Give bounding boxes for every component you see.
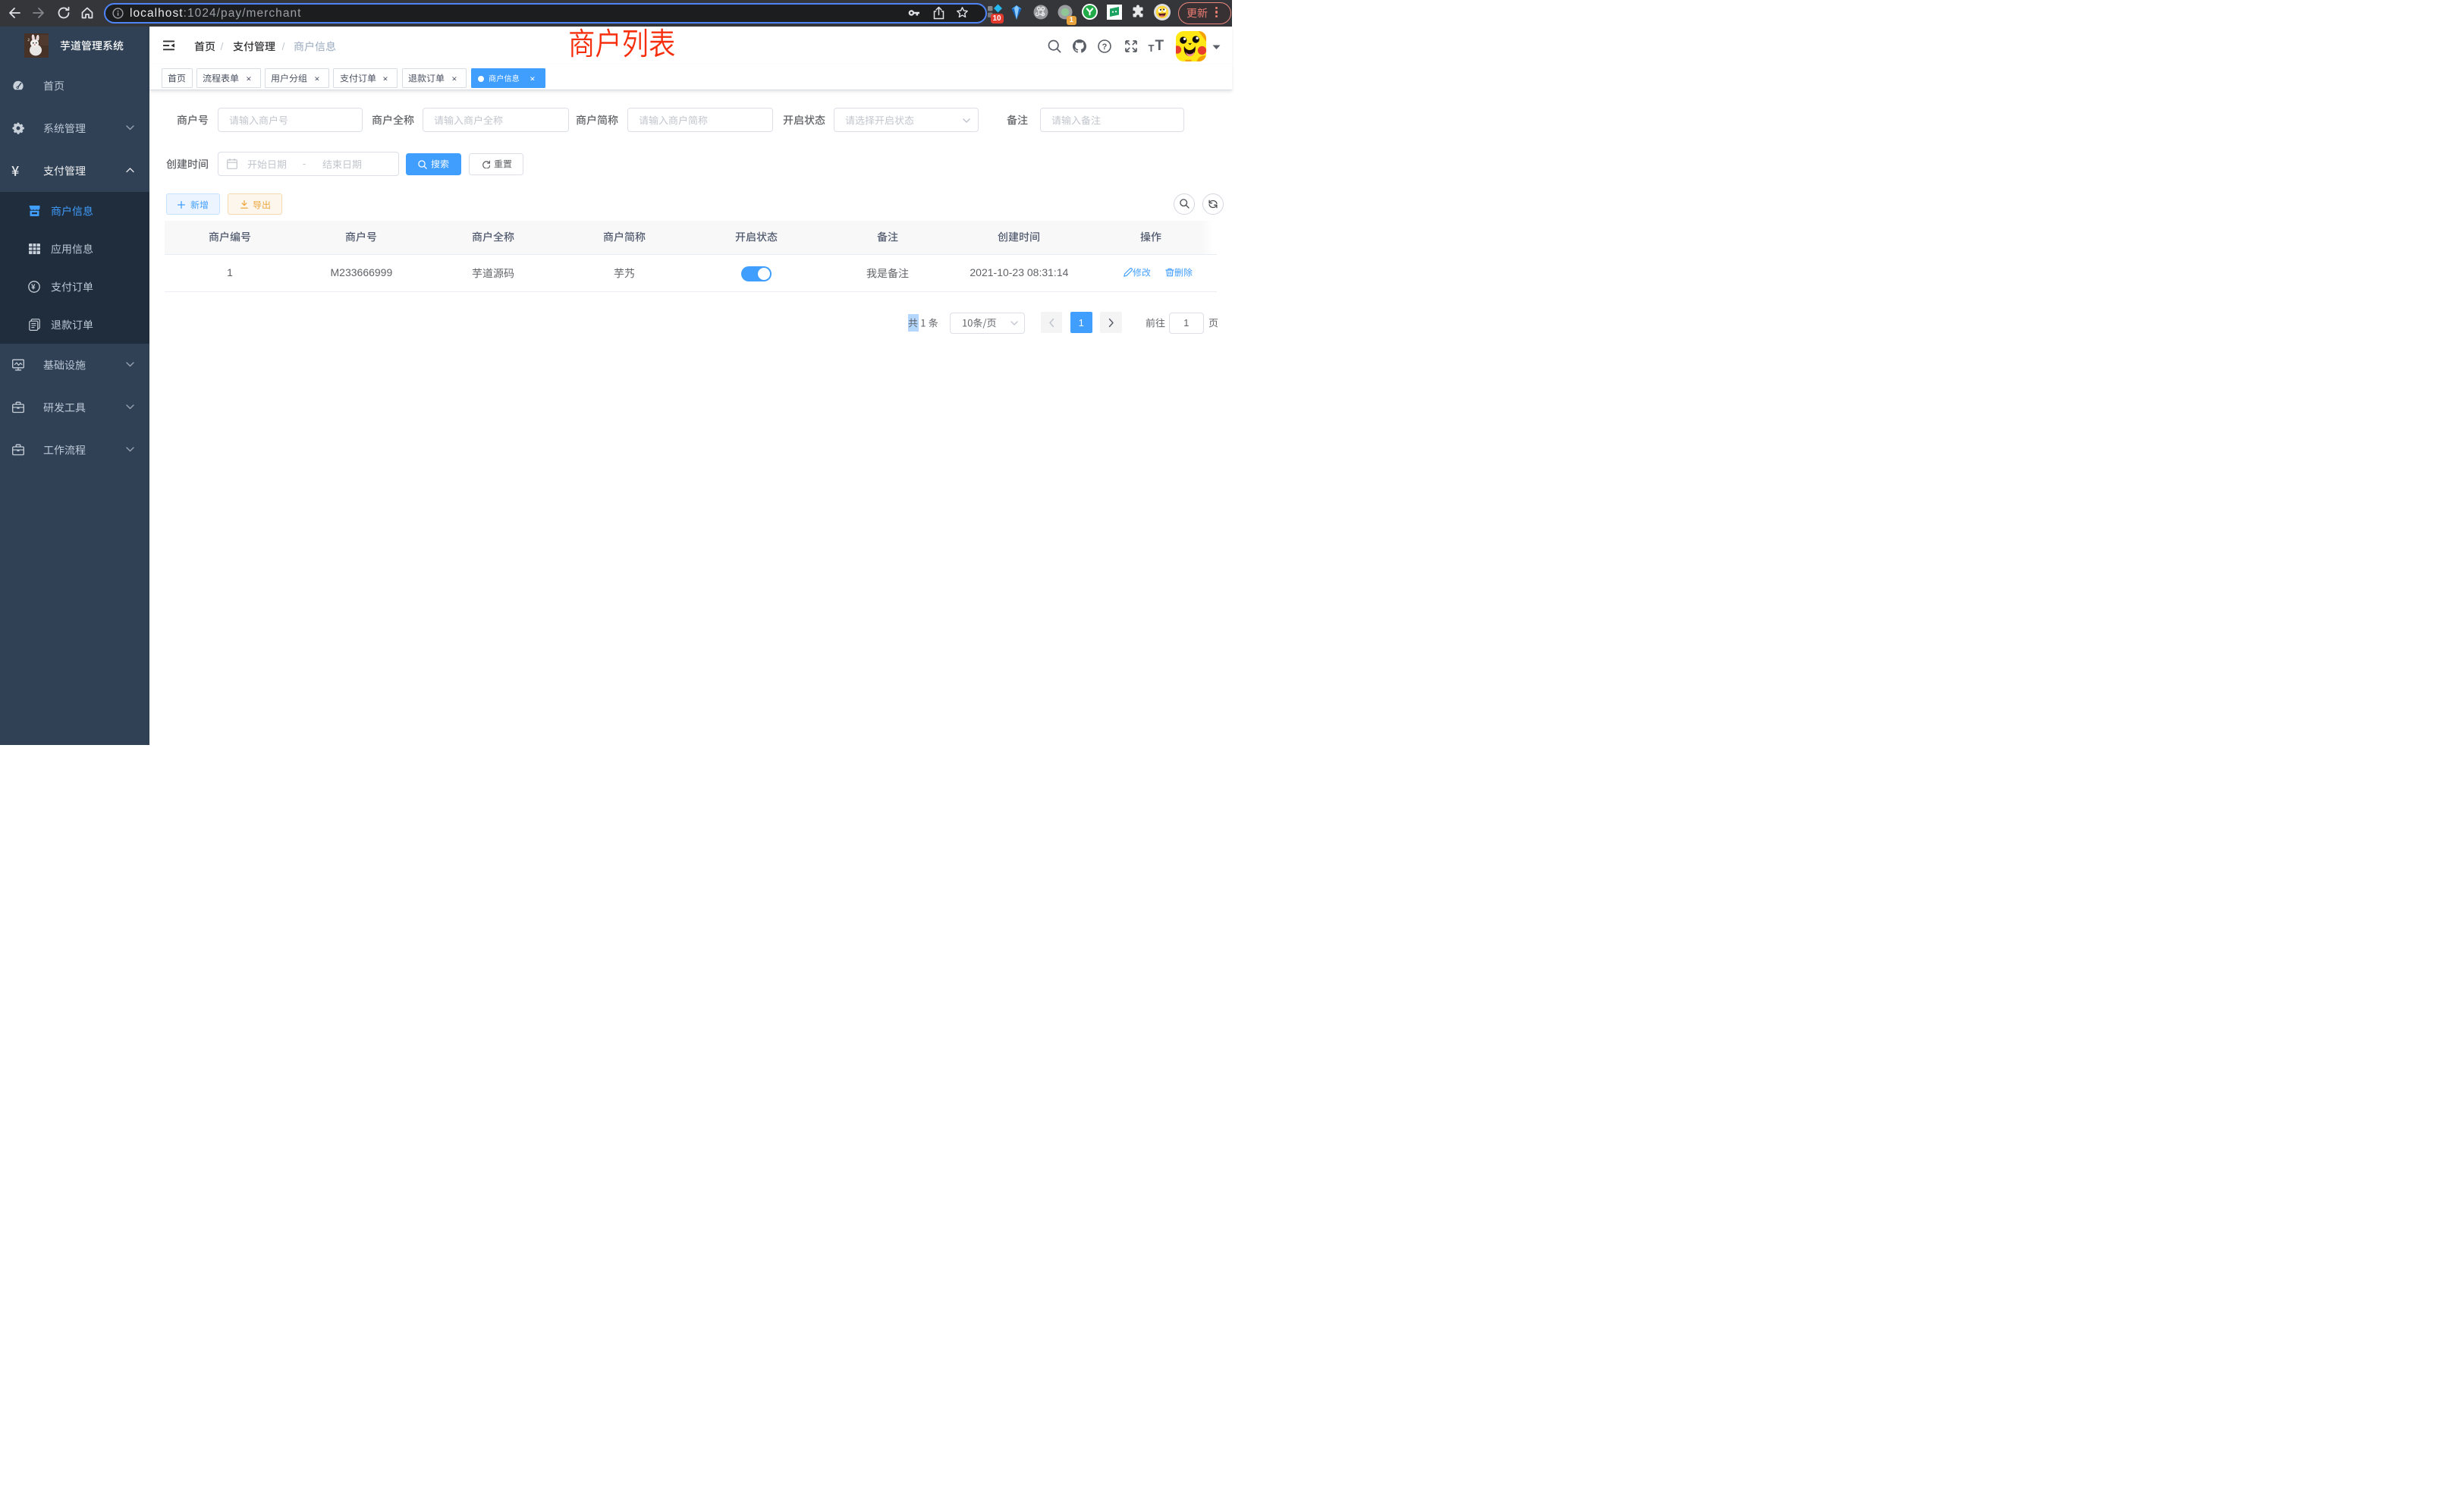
svg-text:?: ? (1102, 42, 1108, 52)
